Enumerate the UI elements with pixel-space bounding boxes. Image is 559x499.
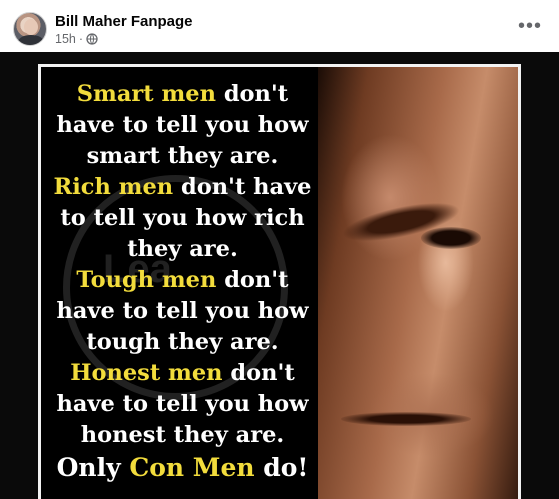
quote-rest: tough they are.: [86, 329, 279, 355]
quote-line: honest they are.: [41, 420, 324, 451]
quote-highlight: Rich men: [53, 174, 174, 200]
post-meta: 15h ·: [55, 32, 98, 46]
avatar-face: [24, 19, 38, 35]
quote-rest: don't: [216, 267, 289, 293]
quote-highlight: Honest men: [70, 360, 223, 386]
quote-rest: to tell you how rich: [60, 205, 305, 231]
quote-rest: have to tell you how: [56, 391, 309, 417]
quote-line: they are.: [41, 234, 324, 265]
quote-rest: honest they are.: [80, 422, 285, 448]
closer-before: Only: [56, 453, 130, 482]
quote-line: have to tell you how: [41, 296, 324, 327]
quote-rest: have to tell you how: [56, 298, 309, 324]
quote-rest: smart they are.: [86, 143, 279, 169]
closer-highlight: Con Men: [129, 453, 255, 482]
quote-line: have to tell you how: [41, 110, 324, 141]
page-name-link[interactable]: Bill Maher Fanpage: [55, 13, 193, 30]
quote-line: Rich men don't have: [41, 172, 324, 203]
quote-line: Smart men don't: [41, 79, 324, 110]
avatar-suit: [18, 35, 44, 45]
quote-rest: don't: [215, 81, 289, 107]
quote-line: smart they are.: [41, 141, 324, 172]
post-header: Bill Maher Fanpage 15h · •••: [0, 0, 559, 52]
closer-after: do!: [254, 453, 309, 482]
quote-highlight: Tough men: [76, 267, 217, 293]
quote-rest: don't have: [173, 174, 312, 200]
globe-icon[interactable]: [86, 33, 98, 45]
quote-line: to tell you how rich: [41, 203, 324, 234]
quote-text: Smart men don't have to tell you how smart…: [41, 79, 324, 451]
page-avatar[interactable]: [13, 12, 47, 46]
meta-separator: ·: [78, 32, 84, 46]
quote-rest: they are.: [127, 236, 238, 262]
meme-image: Lea Smart men don't have to tell you how s…: [38, 64, 521, 499]
quote-rest: have to tell you how: [56, 112, 309, 138]
more-options-icon[interactable]: •••: [516, 12, 544, 40]
quote-line: Tough men don't: [41, 265, 324, 296]
quote-highlight: Smart men: [76, 81, 216, 107]
face-eye: [421, 227, 481, 249]
quote-closer: Only Con Men do!: [41, 453, 324, 482]
quote-line: Honest men don't: [41, 358, 324, 389]
face-photo: [318, 67, 518, 499]
quote-rest: don't: [222, 360, 295, 386]
post-image-area[interactable]: Lea Smart men don't have to tell you how s…: [0, 52, 559, 499]
quote-line: tough they are.: [41, 327, 324, 358]
post-timestamp[interactable]: 15h: [55, 32, 76, 46]
face-mouth: [341, 412, 471, 426]
quote-line: have to tell you how: [41, 389, 324, 420]
